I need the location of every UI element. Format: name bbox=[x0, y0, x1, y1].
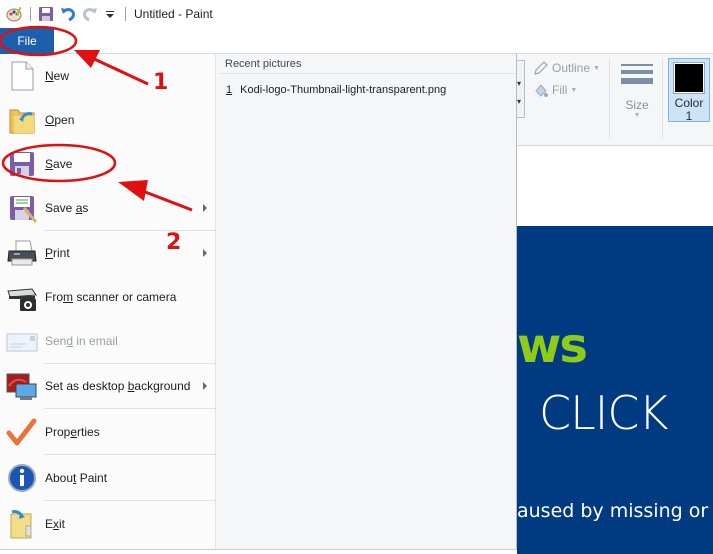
menu-item-about-paint[interactable]: About Paint bbox=[0, 456, 216, 500]
exit-icon bbox=[6, 508, 38, 540]
recent-picture-item[interactable]: 1 Kodi-logo-Thumbnail-light-transparent.p… bbox=[226, 84, 446, 96]
size-button[interactable]: Size ▼ bbox=[618, 58, 656, 128]
divider bbox=[662, 58, 663, 138]
menu-item-label: Save bbox=[45, 157, 73, 171]
file-menu: New Open Save Save as Print From scanner… bbox=[0, 54, 517, 550]
canvas-green-text: ws bbox=[517, 318, 588, 374]
customize-qa-icon[interactable] bbox=[101, 5, 119, 23]
canvas-image[interactable]: ws CLICK aused by missing or c bbox=[517, 226, 713, 554]
divider bbox=[44, 500, 216, 501]
recent-item-filename: Kodi-logo-Thumbnail-light-transparent.pn… bbox=[240, 84, 447, 96]
menu-item-new[interactable]: New bbox=[0, 54, 216, 98]
save-as-icon bbox=[6, 192, 38, 224]
annotation-number-2: 2 bbox=[166, 230, 182, 255]
menu-item-label: Exit bbox=[45, 517, 66, 531]
submenu-arrow-icon bbox=[203, 382, 207, 390]
menu-item-label: Print bbox=[45, 246, 70, 260]
fill-button[interactable]: Fill ▼ bbox=[533, 82, 577, 98]
menu-item-label: Send in email bbox=[45, 334, 118, 348]
divider bbox=[44, 408, 216, 409]
menu-item-label: Open bbox=[45, 113, 75, 127]
recent-pictures-header: Recent pictures bbox=[218, 54, 516, 74]
open-folder-icon bbox=[6, 104, 38, 136]
undo-icon[interactable] bbox=[59, 5, 77, 23]
chevron-down-icon: ▼ bbox=[570, 86, 578, 94]
printer-icon bbox=[6, 237, 38, 269]
submenu-arrow-icon bbox=[203, 249, 207, 257]
menu-item-save-as[interactable]: Save as bbox=[0, 186, 216, 230]
menu-item-label: Properties bbox=[45, 425, 100, 439]
new-file-icon bbox=[6, 60, 38, 92]
menu-item-print[interactable]: Print bbox=[0, 231, 216, 275]
menu-item-open[interactable]: Open bbox=[0, 98, 216, 142]
annotation-number-1: 1 bbox=[153, 70, 169, 95]
recent-item-number: 1 bbox=[226, 84, 233, 96]
outline-pencil-icon bbox=[534, 61, 548, 75]
menu-item-from-scanner[interactable]: From scanner or camera bbox=[0, 275, 216, 319]
shapes-gallery-scroll[interactable]: ▾ ▾ bbox=[517, 60, 525, 118]
file-tab[interactable]: File bbox=[0, 28, 54, 54]
menu-item-send-email[interactable]: Send in email bbox=[0, 319, 216, 363]
color1-button[interactable]: Color 1 bbox=[668, 58, 710, 123]
menu-item-label: Set as desktop background bbox=[45, 379, 191, 393]
fill-bucket-icon bbox=[535, 84, 548, 97]
outline-label: Outline bbox=[552, 61, 591, 75]
menu-item-set-desktop-background[interactable]: Set as desktop background bbox=[0, 364, 216, 408]
canvas-body-text: aused by missing or c bbox=[517, 500, 713, 522]
divider bbox=[30, 7, 31, 21]
canvas-area[interactable] bbox=[517, 147, 713, 226]
size-lines-icon bbox=[621, 64, 653, 88]
menu-item-properties[interactable]: Properties bbox=[0, 410, 216, 454]
menu-item-label: From scanner or camera bbox=[45, 290, 177, 304]
color1-swatch bbox=[673, 62, 705, 94]
file-menu-commands: New Open Save Save as Print From scanner… bbox=[0, 54, 216, 549]
outline-button[interactable]: Outline ▼ bbox=[533, 60, 600, 76]
desktop-background-icon bbox=[6, 370, 38, 402]
menu-item-label: New bbox=[45, 69, 70, 83]
size-label: Size bbox=[625, 98, 649, 112]
divider bbox=[44, 454, 216, 455]
menu-item-label: About Paint bbox=[45, 471, 108, 485]
divider bbox=[125, 7, 126, 21]
file-tab-label: File bbox=[17, 34, 37, 48]
properties-check-icon bbox=[6, 416, 38, 448]
paint-app-icon[interactable] bbox=[6, 5, 24, 23]
submenu-arrow-icon bbox=[203, 204, 207, 212]
ribbon-tab-row: File bbox=[0, 28, 713, 54]
chevron-down-icon: ▼ bbox=[593, 64, 600, 72]
divider bbox=[609, 58, 610, 138]
ribbon: ▾ ▾ Outline ▼ Fill ▼ Size ▼ Color 1 bbox=[517, 54, 713, 146]
save-icon[interactable] bbox=[37, 5, 55, 23]
email-icon bbox=[6, 325, 38, 357]
fill-label: Fill bbox=[552, 83, 568, 97]
scanner-icon bbox=[6, 281, 38, 313]
menu-item-exit[interactable]: Exit bbox=[0, 502, 216, 546]
menu-item-save[interactable]: Save bbox=[0, 142, 216, 186]
color1-label: Color 1 bbox=[674, 96, 704, 123]
info-icon bbox=[6, 462, 38, 494]
save-disk-icon bbox=[6, 148, 38, 180]
chevron-down-icon: ▼ bbox=[633, 112, 641, 119]
paint-window: Untitled - Paint File ▾ ▾ Outline ▼ Fill ▼ … bbox=[0, 0, 713, 554]
redo-icon[interactable] bbox=[81, 5, 99, 23]
canvas-click-text: CLICK bbox=[539, 386, 669, 440]
title-bar: Untitled - Paint bbox=[0, 0, 713, 28]
window-title: Untitled - Paint bbox=[134, 7, 213, 21]
menu-item-label: Save as bbox=[45, 201, 89, 215]
